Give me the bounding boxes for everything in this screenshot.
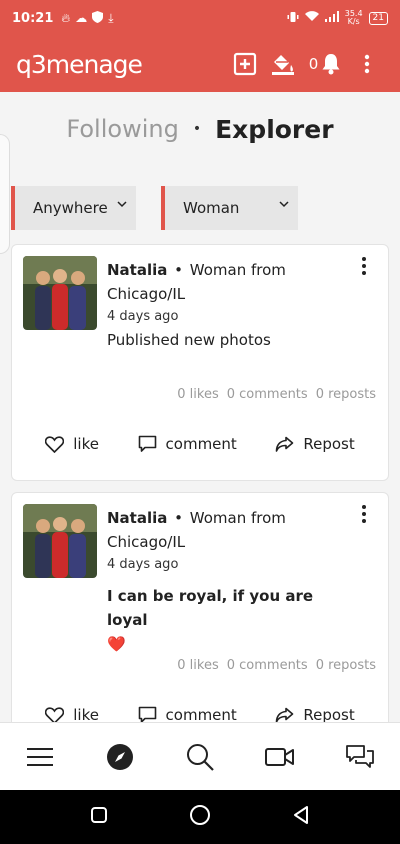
wifi-icon (304, 11, 319, 25)
app-bar-actions: 0 (226, 44, 386, 84)
post-header: Natalia • Woman from Chicago/IL (107, 506, 357, 554)
app-logo[interactable]: q3menage (16, 50, 143, 79)
more-vertical-icon[interactable] (354, 505, 374, 527)
post-stats: 0 likes 0 comments 0 reposts (177, 658, 376, 673)
paint-bucket-icon[interactable] (264, 44, 302, 84)
post-author[interactable]: Natalia (107, 261, 167, 279)
share-arrow-icon (276, 707, 294, 722)
recent-apps-icon[interactable] (90, 806, 108, 828)
post-author[interactable]: Natalia (107, 509, 167, 527)
like-label: like (73, 706, 99, 722)
signal-icon (324, 11, 339, 25)
network-speed: 35.4 K/s (345, 10, 363, 26)
menu-icon[interactable] (10, 732, 70, 782)
search-icon[interactable] (170, 732, 230, 782)
like-button[interactable]: like (45, 435, 99, 453)
video-camera-icon[interactable] (250, 732, 310, 782)
system-navigation-bar (0, 790, 400, 844)
post-header: Natalia • Woman from Chicago/IL (107, 258, 357, 306)
add-square-icon[interactable] (226, 44, 264, 84)
meta-separator: • (174, 261, 184, 279)
comment-button[interactable]: comment (138, 706, 237, 722)
post-actions: like comment Repost (12, 435, 388, 453)
heart-emoji: ❤️ (107, 635, 126, 653)
cloud-icon: ☁ (75, 10, 88, 25)
meta-separator: • (174, 509, 184, 527)
compass-icon[interactable] (90, 732, 150, 782)
repost-button[interactable]: Repost (275, 435, 355, 453)
status-right-icons: 35.4 K/s 21 (287, 10, 388, 26)
chevron-down-icon (279, 201, 289, 208)
post-body: Published new photos (107, 331, 271, 349)
home-icon[interactable] (189, 804, 211, 830)
post-actions: like comment Repost (12, 706, 388, 722)
tab-separator: • (192, 121, 202, 137)
comment-icon (138, 435, 156, 452)
post-text: Natalia • Woman from Chicago/IL 4 days a… (107, 506, 357, 656)
repost-label: Repost (303, 435, 355, 453)
heart-outline-icon (45, 435, 65, 453)
feed-content[interactable]: Following • Explorer Anywhere Woman Nata… (0, 92, 400, 722)
app-bar: q3menage 0 (0, 36, 400, 92)
heart-outline-icon (45, 706, 65, 722)
tab-explorer[interactable]: Explorer (215, 115, 333, 144)
gender-filter-select[interactable]: Woman (161, 186, 298, 230)
reposts-count[interactable]: 0 reposts (316, 387, 376, 402)
like-button[interactable]: like (45, 706, 99, 722)
post-time: 4 days ago (107, 557, 179, 572)
post-text: Natalia • Woman from Chicago/IL 4 days a… (107, 258, 357, 352)
post-body: I can be royal, if you are loyal ❤️ (107, 584, 357, 656)
avatar[interactable] (23, 504, 97, 578)
post-card: Natalia • Woman from Chicago/IL 4 days a… (11, 492, 389, 722)
notifications-button[interactable]: 0 (302, 44, 348, 84)
filters: Anywhere Woman (0, 166, 400, 242)
location-filter-value: Anywhere (33, 199, 108, 217)
feed-tabs: Following • Explorer (0, 92, 400, 166)
post-card: Natalia • Woman from Chicago/IL 4 days a… (11, 244, 389, 481)
network-speed-unit: K/s (347, 17, 360, 26)
chevron-down-icon (117, 201, 127, 208)
notification-count: 0 (308, 55, 319, 73)
comments-count[interactable]: 0 comments (227, 658, 308, 673)
repost-label: Repost (303, 706, 355, 722)
download-icon: ⤓ (108, 10, 114, 25)
repost-button[interactable]: Repost (275, 706, 355, 722)
comment-label: comment (165, 706, 237, 722)
post-body-text: I can be royal, if you are loyal (107, 587, 314, 629)
comment-label: comment (165, 435, 237, 453)
post-stats: 0 likes 0 comments 0 reposts (177, 387, 376, 402)
status-left-icons: 🔥︎ ☁ ⤓ (61, 10, 114, 26)
avatar[interactable] (23, 256, 97, 330)
vibrate-icon (287, 11, 299, 26)
location-filter-select[interactable]: Anywhere (11, 186, 136, 230)
like-label: like (73, 435, 99, 453)
comments-count[interactable]: 0 comments (227, 387, 308, 402)
more-vertical-icon[interactable] (354, 257, 374, 279)
bottom-nav (0, 722, 400, 790)
shield-icon (92, 10, 104, 26)
reposts-count[interactable]: 0 reposts (316, 658, 376, 673)
more-vertical-icon[interactable] (348, 44, 386, 84)
status-time: 10:21 (12, 10, 54, 26)
flame-icon: 🔥︎ (61, 10, 71, 25)
tab-following[interactable]: Following (66, 115, 178, 143)
chat-icon[interactable] (330, 732, 390, 782)
battery-indicator: 21 (368, 11, 388, 25)
comment-button[interactable]: comment (138, 435, 237, 453)
status-bar: 10:21 🔥︎ ☁ ⤓ 35.4 K/s 21 (0, 0, 400, 36)
back-icon[interactable] (292, 805, 310, 829)
likes-count[interactable]: 0 likes (177, 658, 218, 673)
comment-icon (138, 706, 156, 722)
likes-count[interactable]: 0 likes (177, 387, 218, 402)
gender-filter-value: Woman (183, 199, 240, 217)
share-arrow-icon (276, 436, 294, 452)
bell-icon (322, 54, 340, 75)
post-time: 4 days ago (107, 309, 179, 324)
